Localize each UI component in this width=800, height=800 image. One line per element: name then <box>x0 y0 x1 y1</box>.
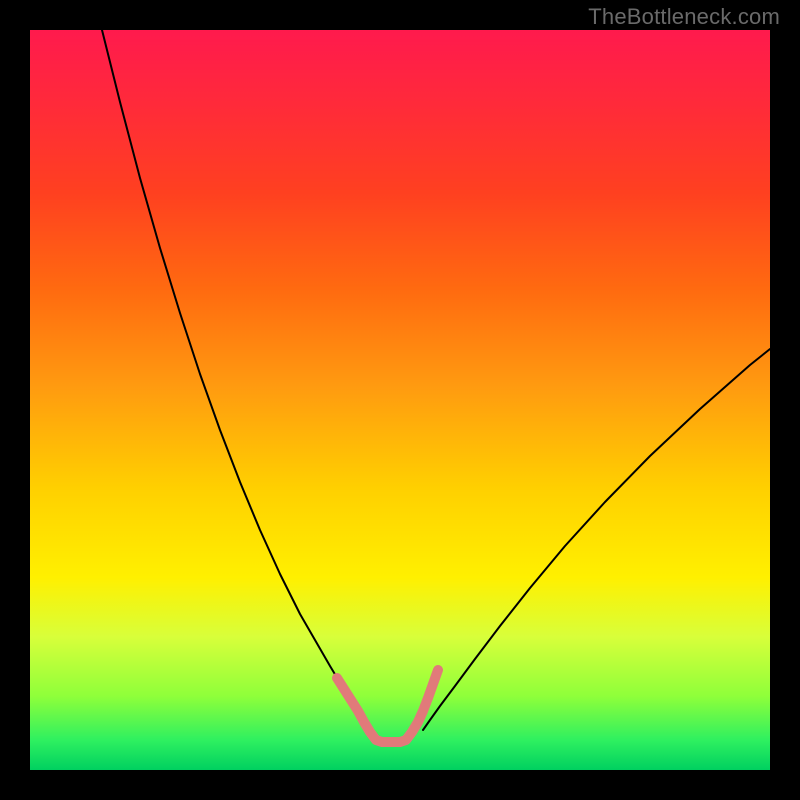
plot-area <box>30 30 770 770</box>
trough-marker-line <box>337 670 438 742</box>
left-branch-line <box>102 30 367 732</box>
right-branch-line <box>423 349 770 730</box>
chart-frame <box>20 20 780 780</box>
curves-svg <box>30 30 770 770</box>
watermark-text: TheBottleneck.com <box>588 4 780 30</box>
